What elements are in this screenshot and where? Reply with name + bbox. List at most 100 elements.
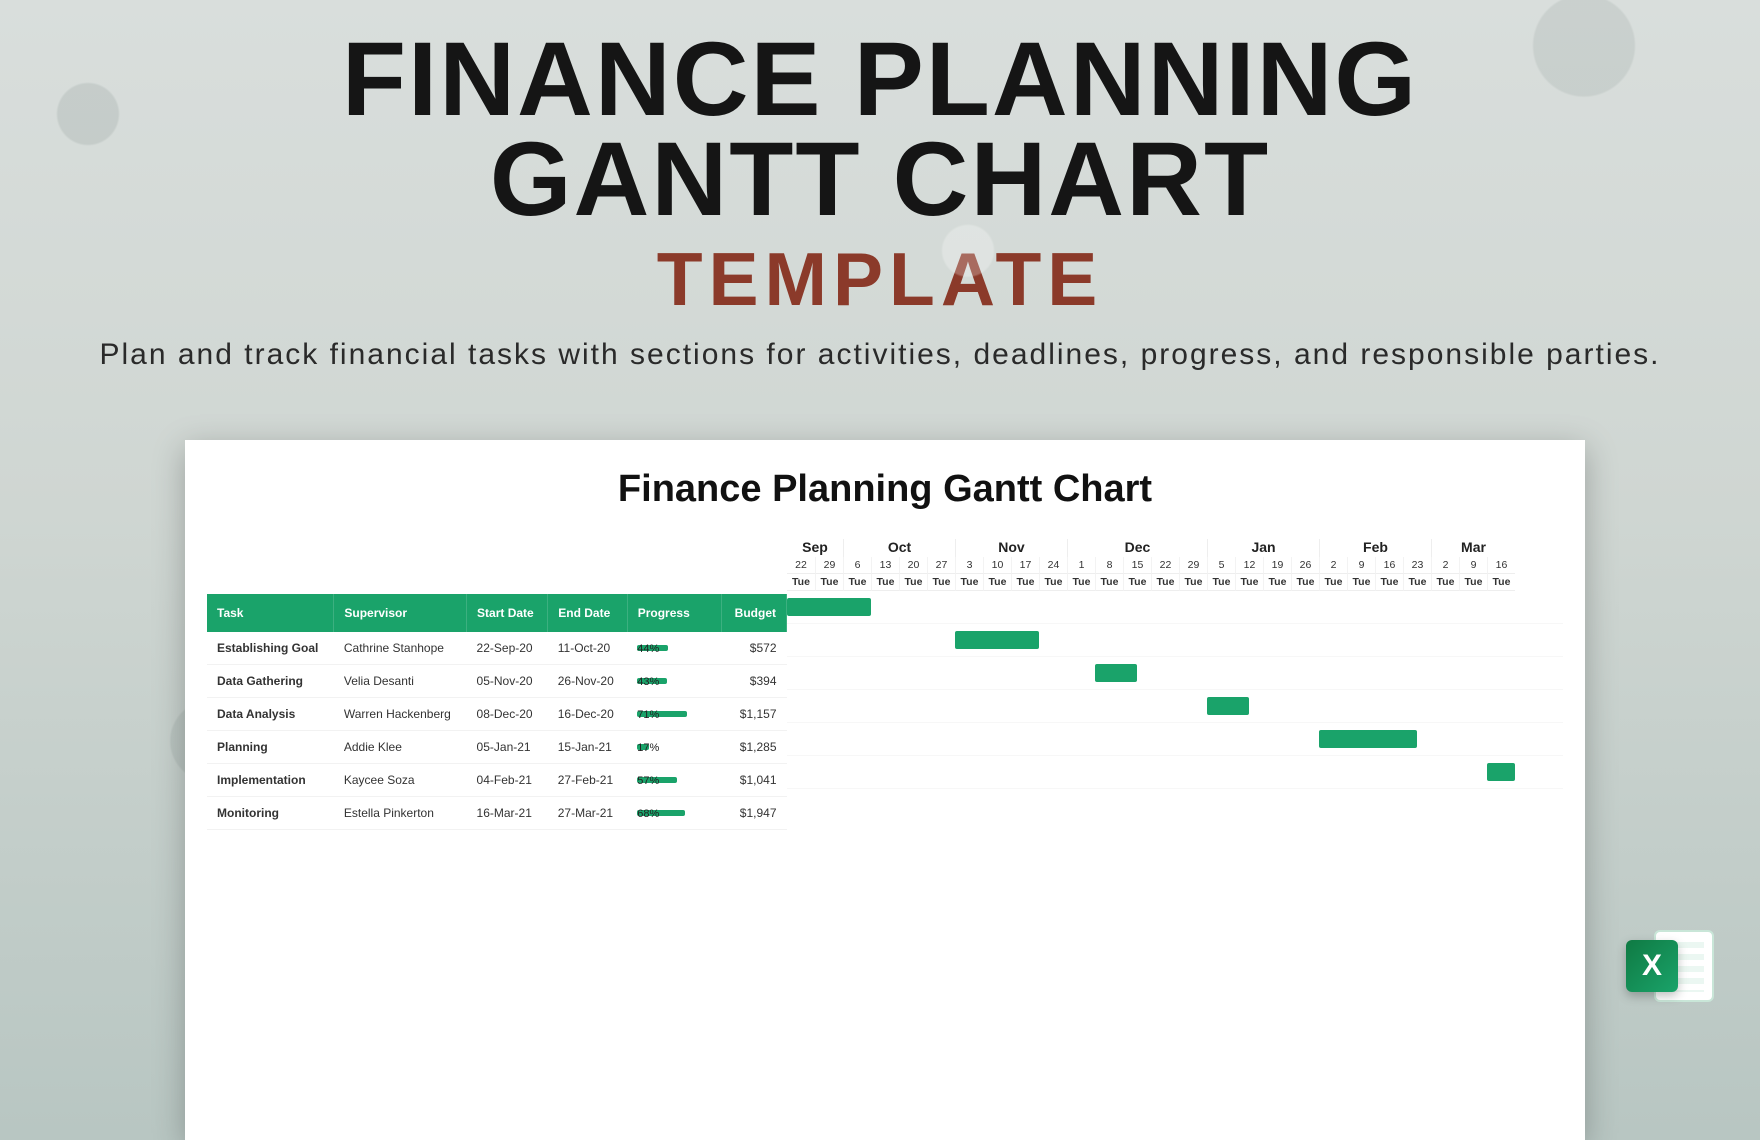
timeline-month: Jan bbox=[1207, 539, 1319, 557]
gantt-bar bbox=[1319, 730, 1417, 748]
hero-subtitle: Plan and track financial tasks with sect… bbox=[0, 336, 1760, 374]
timeline-dow: Tue bbox=[815, 573, 843, 591]
timeline-day: 5 bbox=[1207, 557, 1235, 573]
cell-task: Implementation bbox=[207, 764, 334, 797]
spreadsheet-card: Finance Planning Gantt Chart Task Superv… bbox=[185, 440, 1585, 1140]
cell-supervisor: Addie Klee bbox=[334, 731, 467, 764]
table-row: Data AnalysisWarren Hackenberg08-Dec-201… bbox=[207, 698, 787, 731]
sheet-title: Finance Planning Gantt Chart bbox=[207, 468, 1563, 511]
timeline-dow: Tue bbox=[1347, 573, 1375, 591]
cell-start: 16-Mar-21 bbox=[467, 797, 548, 830]
timeline-dow: Tue bbox=[1459, 573, 1487, 591]
timeline-dow: Tue bbox=[1487, 573, 1515, 591]
timeline-dow: Tue bbox=[1375, 573, 1403, 591]
timeline-day: 26 bbox=[1291, 557, 1319, 573]
timeline-dow: Tue bbox=[1179, 573, 1207, 591]
cell-progress: 17% bbox=[627, 731, 721, 764]
col-task: Task bbox=[207, 594, 334, 632]
table-row: PlanningAddie Klee05-Jan-2115-Jan-2117%$… bbox=[207, 731, 787, 764]
gantt-bar bbox=[1207, 697, 1249, 715]
gantt-bar bbox=[955, 631, 1039, 649]
cell-start: 04-Feb-21 bbox=[467, 764, 548, 797]
timeline-day: 16 bbox=[1487, 557, 1515, 573]
timeline-dow: Tue bbox=[1431, 573, 1459, 591]
gantt-row bbox=[787, 591, 1563, 624]
gantt-row bbox=[787, 657, 1563, 690]
timeline-day: 27 bbox=[927, 557, 955, 573]
timeline-dow: Tue bbox=[955, 573, 983, 591]
col-progress: Progress bbox=[627, 594, 721, 632]
timeline-dow: Tue bbox=[1011, 573, 1039, 591]
timeline-dow: Tue bbox=[927, 573, 955, 591]
timeline-dow: Tue bbox=[983, 573, 1011, 591]
timeline-dow: Tue bbox=[1319, 573, 1347, 591]
timeline-day: 8 bbox=[1095, 557, 1123, 573]
timeline-day: 19 bbox=[1263, 557, 1291, 573]
timeline-day: 22 bbox=[787, 557, 815, 573]
timeline-day: 9 bbox=[1459, 557, 1487, 573]
table-header-row: Task Supervisor Start Date End Date Prog… bbox=[207, 594, 787, 632]
cell-progress: 68% bbox=[627, 797, 721, 830]
col-supervisor: Supervisor bbox=[334, 594, 467, 632]
table-row: MonitoringEstella Pinkerton16-Mar-2127-M… bbox=[207, 797, 787, 830]
timeline-day: 12 bbox=[1235, 557, 1263, 573]
timeline-day: 16 bbox=[1375, 557, 1403, 573]
timeline-month: Feb bbox=[1319, 539, 1431, 557]
timeline-day: 2 bbox=[1319, 557, 1347, 573]
cell-supervisor: Warren Hackenberg bbox=[334, 698, 467, 731]
col-budget: Budget bbox=[721, 594, 786, 632]
timeline-day: 13 bbox=[871, 557, 899, 573]
cell-progress: 43% bbox=[627, 665, 721, 698]
timeline-dow: Tue bbox=[1235, 573, 1263, 591]
cell-start: 22-Sep-20 bbox=[467, 632, 548, 665]
timeline-month: Nov bbox=[955, 539, 1067, 557]
timeline-dow: Tue bbox=[1403, 573, 1431, 591]
cell-budget: $394 bbox=[721, 665, 786, 698]
col-start: Start Date bbox=[467, 594, 548, 632]
timeline-dow: Tue bbox=[1291, 573, 1319, 591]
cell-supervisor: Velia Desanti bbox=[334, 665, 467, 698]
timeline-dow: Tue bbox=[1039, 573, 1067, 591]
timeline-day: 22 bbox=[1151, 557, 1179, 573]
timeline-day: 23 bbox=[1403, 557, 1431, 573]
timeline-dow: Tue bbox=[1123, 573, 1151, 591]
cell-supervisor: Kaycee Soza bbox=[334, 764, 467, 797]
cell-task: Planning bbox=[207, 731, 334, 764]
cell-end: 26-Nov-20 bbox=[548, 665, 627, 698]
gantt-bar bbox=[787, 598, 871, 616]
cell-progress: 57% bbox=[627, 764, 721, 797]
task-table: Task Supervisor Start Date End Date Prog… bbox=[207, 594, 787, 830]
timeline-dow: Tue bbox=[787, 573, 815, 591]
gantt-row bbox=[787, 756, 1563, 789]
cell-supervisor: Cathrine Stanhope bbox=[334, 632, 467, 665]
timeline-dow: Tue bbox=[871, 573, 899, 591]
cell-budget: $1,947 bbox=[721, 797, 786, 830]
timeline-day: 6 bbox=[843, 557, 871, 573]
task-table-pane: Task Supervisor Start Date End Date Prog… bbox=[207, 539, 787, 830]
timeline-dow: Tue bbox=[1263, 573, 1291, 591]
timeline-day: 17 bbox=[1011, 557, 1039, 573]
table-row: Data GatheringVelia Desanti05-Nov-2026-N… bbox=[207, 665, 787, 698]
timeline-day: 9 bbox=[1347, 557, 1375, 573]
gantt-row bbox=[787, 624, 1563, 657]
cell-task: Data Analysis bbox=[207, 698, 334, 731]
timeline-day: 3 bbox=[955, 557, 983, 573]
cell-end: 11-Oct-20 bbox=[548, 632, 627, 665]
cell-task: Data Gathering bbox=[207, 665, 334, 698]
cell-task: Monitoring bbox=[207, 797, 334, 830]
cell-progress: 44% bbox=[627, 632, 721, 665]
excel-icon: X bbox=[1626, 922, 1714, 1010]
timeline-month: Mar bbox=[1431, 539, 1515, 557]
timeline-dow: Tue bbox=[899, 573, 927, 591]
gantt-row bbox=[787, 690, 1563, 723]
cell-end: 27-Mar-21 bbox=[548, 797, 627, 830]
gantt-row bbox=[787, 723, 1563, 756]
table-row: ImplementationKaycee Soza04-Feb-2127-Feb… bbox=[207, 764, 787, 797]
timeline-month: Sep bbox=[787, 539, 843, 557]
excel-icon-letter: X bbox=[1626, 940, 1678, 992]
hero: FINANCE PLANNING GANTT CHART TEMPLATE Pl… bbox=[0, 0, 1760, 373]
timeline-month: Dec bbox=[1067, 539, 1207, 557]
timeline-dow: Tue bbox=[1151, 573, 1179, 591]
hero-title-template: TEMPLATE bbox=[0, 236, 1760, 322]
hero-title-line1: FINANCE PLANNING bbox=[0, 30, 1760, 130]
